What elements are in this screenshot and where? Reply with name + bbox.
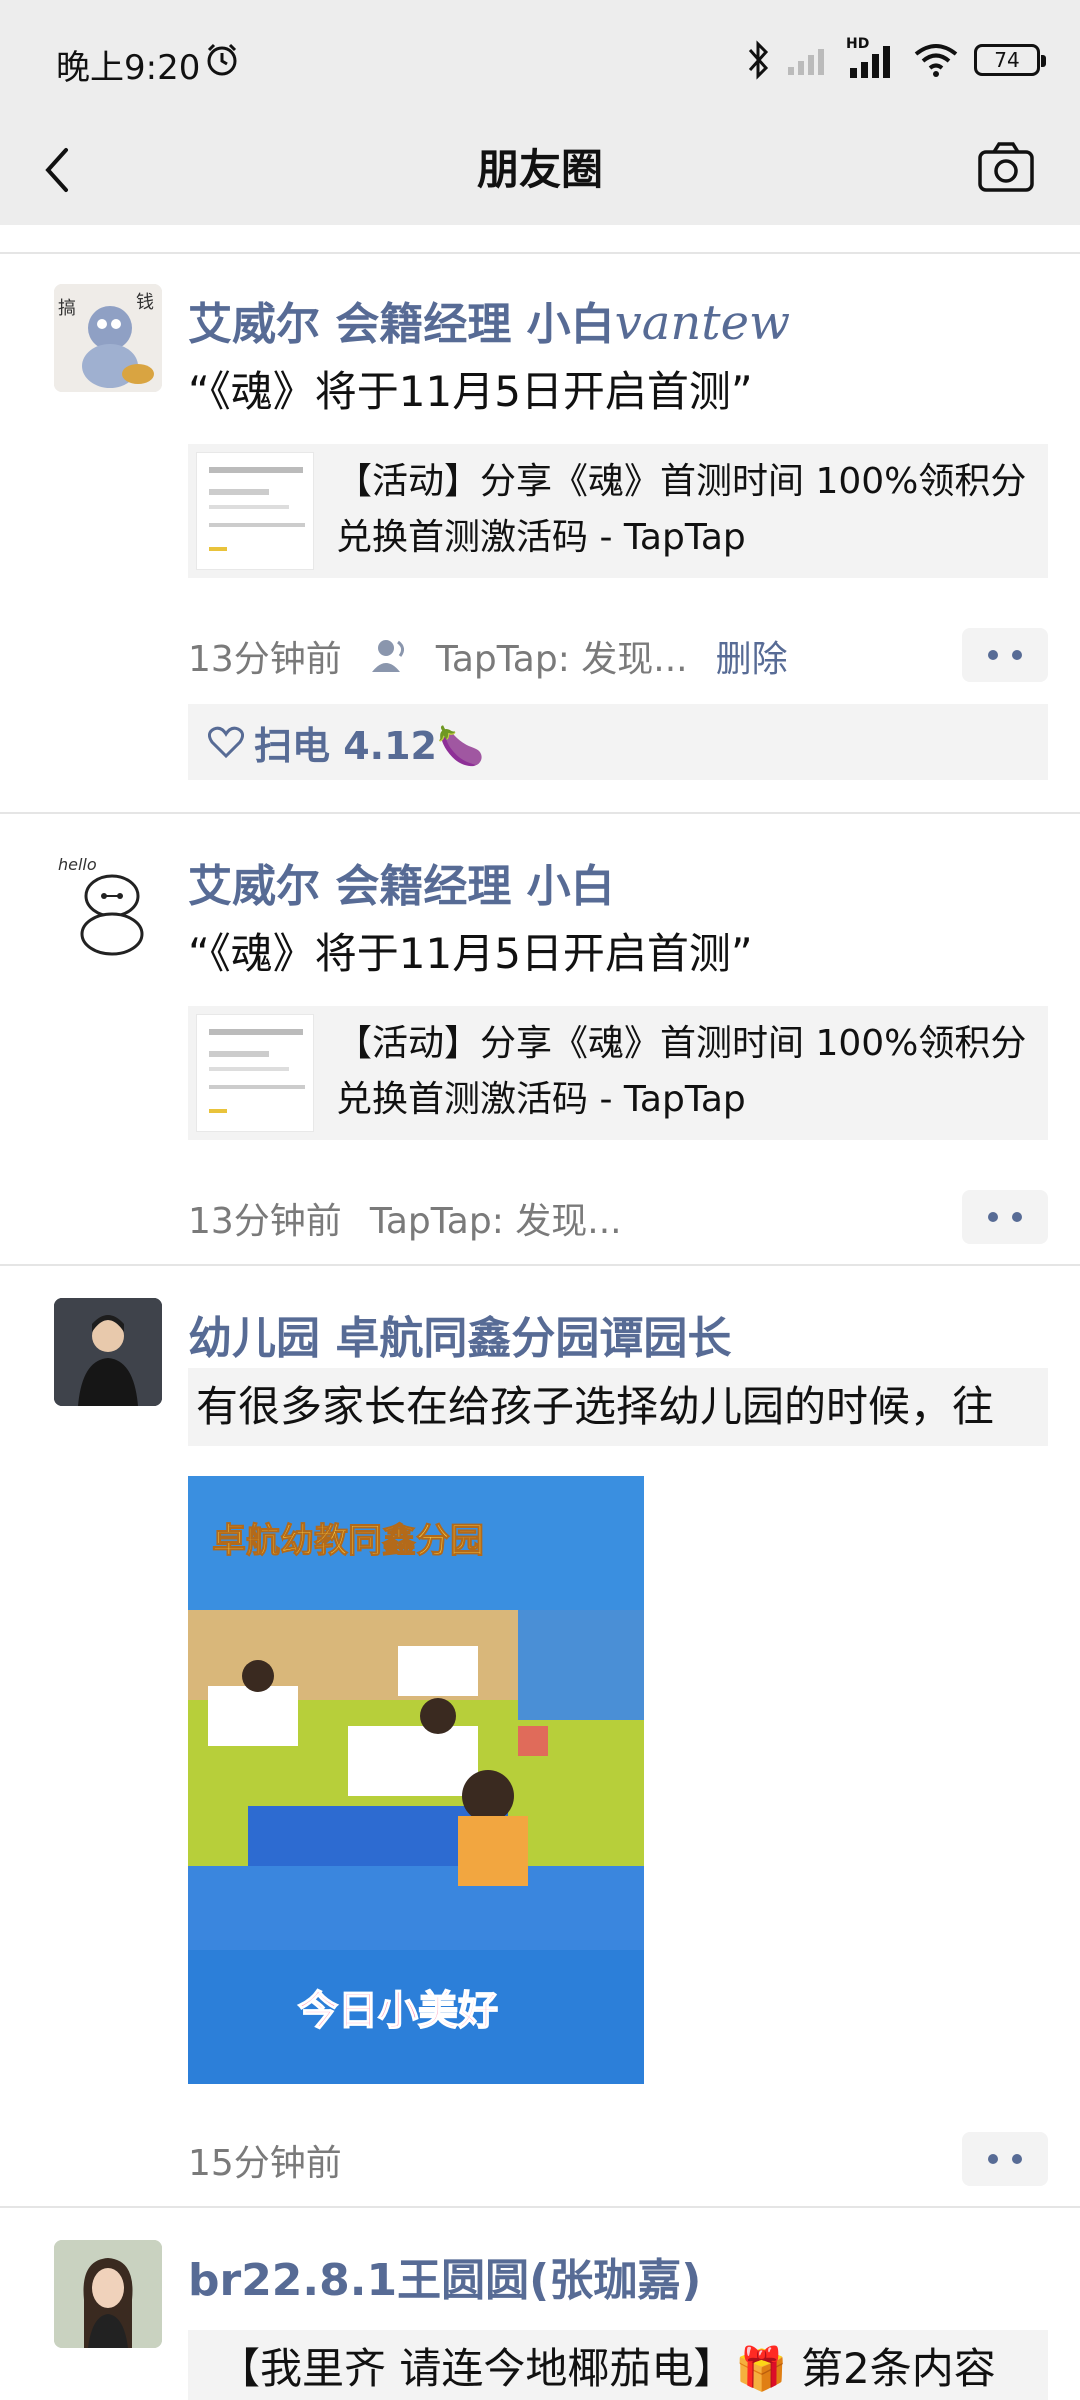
post-author-name[interactable]: br22.8.1王圆圆(张珈嘉) — [188, 2244, 701, 2308]
post-time: 13分钟前 — [188, 639, 342, 680]
avatar[interactable]: hello — [54, 848, 162, 956]
avatar-hello-text: hello — [58, 855, 97, 874]
post-meta: 13分钟前 TapTap: 发现... — [188, 1192, 622, 1244]
photo-title: 卓航幼教同鑫分园 — [212, 1521, 484, 1561]
link-thumbnail — [196, 452, 314, 570]
more-actions-button[interactable] — [962, 628, 1048, 682]
post-source[interactable]: TapTap: 发现... — [370, 1192, 622, 1244]
network-type: HD — [846, 36, 870, 52]
post-text: 有很多家长在给孩子选择幼儿园的时候，往 — [188, 1368, 1048, 1446]
post-meta: 15分钟前 — [188, 2134, 342, 2186]
post-meta: 13分钟前 TapTap: 发现... 删除 — [188, 630, 788, 682]
moment-post: br22.8.1王圆圆(张珈嘉) 【我里齐 请连今地椰茄电】🎁 第2条内容 — [0, 2208, 1080, 2400]
likes-text[interactable]: 扫电 4.12🍆 — [254, 715, 484, 770]
more-actions-button[interactable] — [962, 1190, 1048, 1244]
post-text: “《魂》将于11月5日开启首测” — [188, 929, 753, 978]
status-bar: 晚上9:20 HD 74 — [0, 0, 1080, 120]
nav-bar: 朋友圈 — [0, 120, 1080, 225]
heart-icon — [208, 726, 244, 759]
status-icons: HD 74 — [746, 36, 1046, 80]
avatar[interactable]: 搞 钱 — [54, 284, 162, 392]
moment-post: hello 艾威尔 会籍经理 小白 “《魂》将于11月5日开启首测” 【活动】分… — [0, 814, 1080, 1264]
avatar[interactable] — [54, 2240, 162, 2348]
page-title: 朋友圈 — [476, 145, 603, 194]
avatar[interactable] — [54, 1298, 162, 1406]
moment-post: 搞 钱 艾威尔 会籍经理 小白vantew “《魂》将于11月5日开启首测” 【… — [0, 252, 1080, 812]
wifi-icon — [914, 44, 958, 77]
top-bar: 晚上9:20 HD 74 朋友圈 — [0, 0, 1080, 225]
post-photo[interactable]: 卓航幼教同鑫分园 今日小美好 — [188, 1476, 644, 2084]
author-name-text: 艾威尔 会籍经理 小白 — [188, 299, 615, 350]
signal-weak-icon — [788, 49, 824, 75]
svg-text:钱: 钱 — [136, 292, 154, 313]
link-title: 【活动】分享《魂》首测时间 100%领积分兑换首测激活码 - TapTap — [336, 1023, 1027, 1120]
shared-link-card[interactable]: 【活动】分享《魂》首测时间 100%领积分兑换首测激活码 - TapTap — [188, 1006, 1048, 1140]
link-thumbnail — [196, 1014, 314, 1132]
delete-link[interactable]: 删除 — [716, 630, 788, 682]
post-text: “《魂》将于11月5日开启首测” — [188, 367, 753, 416]
post-author-name[interactable]: 幼儿园 卓航同鑫分园谭园长 — [188, 1302, 731, 1366]
bluetooth-icon — [748, 40, 769, 80]
post-time: 13分钟前 — [188, 1201, 342, 1242]
post-author-name[interactable]: 艾威尔 会籍经理 小白 — [188, 850, 615, 914]
alarm-icon — [207, 43, 237, 76]
battery-indicator: 74 — [974, 44, 1046, 76]
post-text: 【我里齐 请连今地椰茄电】🎁 第2条内容 — [188, 2330, 1048, 2400]
post-author-name[interactable]: 艾威尔 会籍经理 小白vantew — [188, 288, 790, 352]
post-time: 15分钟前 — [188, 2143, 342, 2184]
shared-link-card[interactable]: 【活动】分享《魂》首测时间 100%领积分兑换首测激活码 - TapTap — [188, 444, 1048, 578]
photo-caption: 今日小美好 — [298, 1988, 498, 2034]
author-signature: vantew — [614, 295, 791, 351]
likes-bar: 扫电 4.12🍆 — [188, 704, 1048, 780]
visibility-icon — [371, 640, 404, 672]
status-time: 晚上9:20 — [56, 48, 201, 88]
battery-level: 74 — [994, 48, 1020, 72]
camera-icon[interactable] — [976, 138, 1036, 198]
svg-text:搞: 搞 — [58, 298, 76, 319]
link-title: 【活动】分享《魂》首测时间 100%领积分兑换首测激活码 - TapTap — [336, 461, 1027, 558]
moment-post: 幼儿园 卓航同鑫分园谭园长 有很多家长在给孩子选择幼儿园的时候，往 卓航幼教同鑫… — [0, 1266, 1080, 2206]
signal-hd-icon: HD — [846, 36, 898, 80]
more-actions-button[interactable] — [962, 2132, 1048, 2186]
post-source[interactable]: TapTap: 发现... — [436, 630, 688, 682]
